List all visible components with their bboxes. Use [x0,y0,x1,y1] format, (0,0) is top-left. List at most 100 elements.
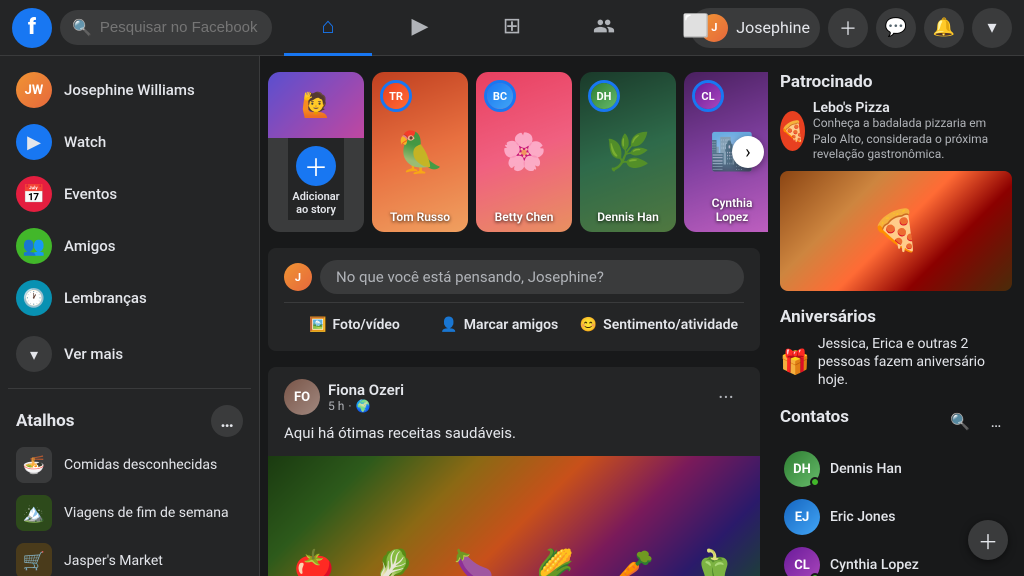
feeling-button[interactable]: 😊 Sentimento/atividade [574,311,744,339]
center-feed: 🙋 ＋ Adicionarao story 🦜 TR Tom Russo [260,56,768,576]
story-name-tom: Tom Russo [372,210,468,224]
post-box: J No que você está pensando, Josephine? … [268,248,760,351]
sponsored-desc: Conheça a badalada pizzaria em Palo Alto… [813,116,1012,163]
add-story-card[interactable]: 🙋 ＋ Adicionarao story [268,72,364,232]
notifications-button[interactable]: 🔔 [924,8,964,48]
sponsored-info: 🍕 Lebo's Pizza Conheça a badalada pizzar… [780,100,1012,163]
story-avatar-tom: TR [380,80,412,112]
menu-button[interactable]: ▾ [972,8,1012,48]
story-dennis[interactable]: 🌿 DH Dennis Han [580,72,676,232]
sidebar-item-eventos[interactable]: 📅 Eventos [8,168,251,220]
watch-icon: ▶ [16,124,52,160]
shortcuts-more-button[interactable]: … [211,405,243,437]
story-name-betty: Betty Chen [476,210,572,224]
sponsored-image[interactable]: 🍕 [780,171,1012,291]
story-avatar-betty: BC [484,80,516,112]
sidebar-item-watch[interactable]: ▶ Watch [8,116,251,168]
shortcut-label-comidas: Comidas desconhecidas [64,457,217,473]
shortcut-thumb-jasper: 🛒 [16,543,52,576]
profile-name: Josephine Williams [64,81,195,99]
user-name-label: Josephine [736,18,810,37]
facebook-logo[interactable]: f [12,8,52,48]
shortcuts-title: Atalhos … [8,397,251,441]
float-action-button[interactable]: ＋ [968,520,1008,560]
header-left: f 🔍 [12,8,272,48]
lembrancas-icon: 🕐 [16,280,52,316]
see-more-label-1: Ver mais [64,345,123,363]
tag-label: Marcar amigos [464,317,558,333]
contacts-header: Contatos 🔍 … [780,405,1012,437]
contact-dennis[interactable]: DH Dennis Han [780,445,1012,493]
contacts-more-button[interactable]: … [980,405,1012,437]
messenger-button[interactable]: 💬 [876,8,916,48]
story-avatar-cynthia: CL [692,80,724,112]
contact-avatar-cynthia: CL [784,547,820,576]
add-story-plus-icon: ＋ [296,146,336,186]
photo-icon: 🖼️ [309,317,326,333]
story-betty[interactable]: 🌸 BC Betty Chen [476,72,572,232]
tag-friends-button[interactable]: 👤 Marcar amigos [429,311,570,339]
shortcut-thumb-viagens: 🏔️ [16,495,52,531]
post-input[interactable]: No que você está pensando, Josephine? [320,260,744,294]
add-button[interactable]: ＋ [828,8,868,48]
sponsored-section: Patrocinado 🍕 Lebo's Pizza Conheça a bad… [780,72,1012,291]
shortcut-viagens[interactable]: 🏔️ Viagens de fim de semana [8,489,251,537]
add-story-label: Adicionarao story [292,190,339,216]
sponsored-title: Patrocinado [780,72,1012,92]
sponsored-text: Lebo's Pizza Conheça a badalada pizzaria… [813,100,1012,163]
nav-tab-groups[interactable] [560,0,648,56]
story-name-cynthia: CynthiaLopez [684,196,768,224]
shortcut-comidas[interactable]: 🍜 Comidas desconhecidas [8,441,251,489]
story-avatar-dennis: DH [588,80,620,112]
feeling-icon: 😊 [580,317,597,333]
profile-icon: JW [16,72,52,108]
amigos-label: Amigos [64,237,115,255]
nav-tab-store[interactable]: ⊞ [468,0,556,56]
sidebar-divider [8,388,251,389]
shortcut-jasper[interactable]: 🛒 Jasper's Market [8,537,251,576]
birthday-text: Jessica, Erica e outras 2 pessoas fazem … [818,335,1012,390]
nav-tab-video[interactable]: ▶ [376,0,464,56]
post-header: FO Fiona Ozeri 5 h · 🌍 ··· [268,367,760,423]
chevron-down-icon: ▾ [16,336,52,372]
story-name-dennis: Dennis Han [580,210,676,224]
watch-label: Watch [64,133,106,151]
contact-avatar-eric: EJ [784,499,820,535]
shortcut-thumb-comidas: 🍜 [16,447,52,483]
tag-icon: 👤 [440,317,457,333]
contact-name-eric: Eric Jones [830,509,895,525]
post-image: 🍅 🥬 🍆 🌽 🥕 🫑 [268,456,760,576]
sidebar-item-amigos[interactable]: 👥 Amigos [8,220,251,272]
shortcut-label-viagens: Viagens de fim de semana [64,505,229,521]
birthday-icon: 🎁 [780,348,810,376]
post-more-button[interactable]: ··· [708,379,744,415]
birthday-section: Aniversários 🎁 Jessica, Erica e outras 2… [780,307,1012,390]
photo-label: Foto/vídeo [332,317,399,333]
story-tom[interactable]: 🦜 TR Tom Russo [372,72,468,232]
search-box[interactable]: 🔍 [60,10,272,45]
header: f 🔍 ⌂ ▶ ⊞ ⬜ J Josephine ＋ 💬 🔔 ▾ [0,0,1024,56]
sidebar-item-lembrancas[interactable]: 🕐 Lembranças [8,272,251,324]
post-actions: 🖼️ Foto/vídeo 👤 Marcar amigos 😊 Sentimen… [284,302,744,339]
post-box-top: J No que você está pensando, Josephine? [284,260,744,294]
stories-next-button[interactable]: › [732,136,764,168]
birthday-title: Aniversários [780,307,1012,327]
main-layout: JW Josephine Williams ▶ Watch 📅 Eventos … [0,56,1024,576]
amigos-icon: 👥 [16,228,52,264]
search-input[interactable] [100,19,260,36]
nav-tab-home[interactable]: ⌂ [284,0,372,56]
dot-separator: · [348,399,351,413]
post-author-name[interactable]: Fiona Ozeri [328,381,700,399]
sponsored-card: 🍕 Lebo's Pizza Conheça a badalada pizzar… [780,100,1012,291]
nav-tab-gaming[interactable]: ⬜ [652,0,740,56]
feed-post-fiona: FO Fiona Ozeri 5 h · 🌍 ··· Aqui há ótima… [268,367,760,576]
photo-video-button[interactable]: 🖼️ Foto/vídeo [284,311,425,339]
contacts-actions: 🔍 … [944,405,1012,437]
sponsored-name: Lebo's Pizza [813,100,1012,116]
post-author-info: Fiona Ozeri 5 h · 🌍 [328,381,700,413]
see-more-button-1[interactable]: ▾ Ver mais [8,328,251,380]
sidebar: JW Josephine Williams ▶ Watch 📅 Eventos … [0,56,260,576]
birthday-card: 🎁 Jessica, Erica e outras 2 pessoas faze… [780,335,1012,390]
sidebar-item-profile[interactable]: JW Josephine Williams [8,64,251,116]
search-contacts-button[interactable]: 🔍 [944,405,976,437]
